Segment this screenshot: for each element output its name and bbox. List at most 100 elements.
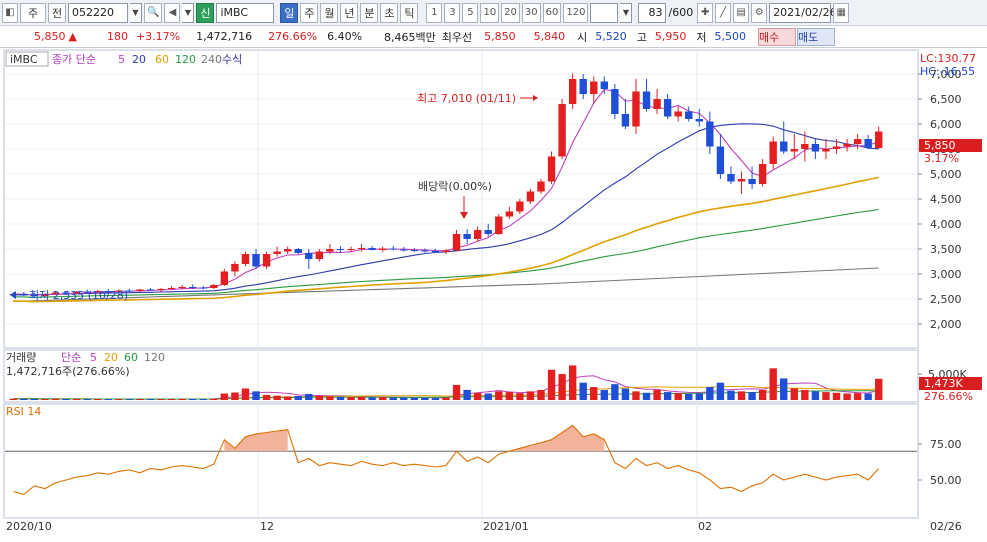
legend-stock-name: iMBC: [10, 53, 38, 66]
volume-value: 1,472,716: [196, 30, 253, 43]
chart-toolbar: ◧ 주 전 052220 ▼ 🔍 ◀ ▼ 신 iMBC 일 주 월 년 분 초 …: [0, 0, 987, 26]
tab-week[interactable]: 주: [300, 2, 319, 23]
sound-icon[interactable]: ◀: [164, 2, 181, 23]
tab-tick[interactable]: 틱: [400, 2, 419, 23]
tab-month[interactable]: 월: [320, 2, 339, 23]
candle-body: [199, 287, 207, 289]
volume-bar: [231, 392, 239, 400]
buy-button[interactable]: 매수: [758, 28, 796, 46]
interval-120[interactable]: 120: [563, 2, 589, 23]
tab-second[interactable]: 초: [380, 2, 399, 23]
price-axis-label: 2,000: [930, 318, 962, 331]
interval-20[interactable]: 20: [501, 2, 520, 23]
price-axis-label: 6,000: [930, 118, 962, 131]
candle-body: [547, 156, 556, 182]
candle-body: [600, 81, 609, 89]
stock-chart-svg[interactable]: 7,0006,5006,0005,5005,0004,5004,0003,500…: [0, 48, 987, 539]
prev-button[interactable]: 전: [48, 2, 66, 23]
volume-bar: [590, 387, 598, 400]
volume-legend-ma60[interactable]: 60: [124, 351, 138, 364]
hc-label: HC:-16.55: [920, 65, 975, 78]
chart-area[interactable]: 7,0006,5006,0005,5005,0004,5004,0003,500…: [0, 48, 987, 539]
period-select[interactable]: 주: [20, 2, 46, 23]
interval-10[interactable]: 10: [480, 2, 500, 23]
volume-bar: [94, 398, 102, 400]
volume-bar: [547, 369, 556, 400]
interval-5[interactable]: 5: [462, 2, 479, 23]
volume-bar: [642, 392, 651, 400]
tab-year[interactable]: 년: [340, 2, 359, 23]
volume-bar: [347, 397, 355, 400]
volume-bar: [315, 395, 324, 400]
sound-dropdown-icon[interactable]: ▼: [182, 2, 195, 23]
legend-ma60[interactable]: 60: [155, 53, 169, 66]
interval-1[interactable]: 1: [426, 2, 443, 23]
volume-bar: [526, 391, 535, 400]
zoom-icon[interactable]: ✚: [697, 2, 714, 23]
volume-bar: [389, 397, 397, 400]
candle-body: [632, 91, 640, 127]
interval-60[interactable]: 60: [542, 2, 562, 23]
sell-button[interactable]: 매도: [797, 28, 835, 46]
search-icon[interactable]: 🔍: [144, 2, 163, 23]
legend-ma-label[interactable]: 종가 단순: [52, 53, 96, 66]
volume-bar: [431, 398, 440, 400]
trade-amount: 8,465백만: [384, 30, 436, 44]
volume-bar: [864, 393, 872, 400]
rsi-legend[interactable]: RSI 14: [6, 405, 41, 418]
settings-icon[interactable]: ⚙: [751, 2, 768, 23]
volume-bar: [421, 397, 429, 400]
volume-bar: [146, 399, 155, 400]
high-label: 고: [636, 30, 647, 44]
candle-body: [495, 216, 503, 234]
volume-bar: [706, 387, 714, 400]
sin-button[interactable]: 신: [196, 2, 215, 23]
date-field[interactable]: 2021/02/26: [769, 2, 837, 23]
volume-bar: [822, 392, 830, 400]
print-icon[interactable]: ▤: [733, 2, 750, 23]
tab-day[interactable]: 일: [280, 2, 299, 23]
candle-body: [727, 174, 735, 182]
interval-dropdown-icon[interactable]: ▼: [620, 2, 633, 23]
x-label-feb: 02: [698, 520, 712, 533]
custom-interval-input[interactable]: [590, 2, 619, 23]
price-axis-label: 2,500: [930, 293, 962, 306]
candle-body: [642, 91, 651, 109]
best-bid: 5,840: [533, 30, 566, 43]
code-dropdown-icon[interactable]: ▼: [130, 2, 142, 23]
candle-body: [452, 234, 461, 251]
current-price: 5,850: [34, 30, 66, 43]
legend-ma120[interactable]: 120: [175, 53, 196, 66]
volume-bar: [579, 382, 587, 400]
tab-minute[interactable]: 분: [360, 2, 379, 23]
volume-bar: [20, 398, 28, 400]
candle-body: [167, 288, 176, 289]
candle-body: [157, 289, 165, 290]
volume-legend-ma5[interactable]: 5: [90, 351, 97, 364]
interval-30[interactable]: 30: [521, 2, 541, 23]
legend-ma5[interactable]: 5: [118, 53, 125, 66]
x-label-dec: 12: [260, 520, 274, 533]
chart-layout-icon[interactable]: ◧: [2, 2, 18, 23]
calendar-icon[interactable]: ▦: [833, 2, 850, 23]
rsi-panel[interactable]: [3, 403, 919, 519]
draw-line-icon[interactable]: ╱: [715, 2, 732, 23]
legend-ma240[interactable]: 240: [201, 53, 222, 66]
volume-bar: [716, 382, 725, 400]
volume-legend-ma-label[interactable]: 단순: [61, 351, 81, 364]
candle-body: [136, 289, 144, 291]
data-count-input[interactable]: 83: [638, 2, 667, 23]
volume-bar: [51, 398, 60, 400]
stock-code-input[interactable]: 052220: [68, 2, 128, 23]
interval-3[interactable]: 3: [444, 2, 461, 23]
volume-bar: [30, 398, 39, 400]
price-change-pct: +3.17%: [135, 30, 181, 43]
volume-legend-ma20[interactable]: 20: [104, 351, 118, 364]
legend-formula[interactable]: 수식: [222, 53, 242, 66]
legend-ma20[interactable]: 20: [132, 53, 146, 66]
volume-legend-ma120[interactable]: 120: [144, 351, 165, 364]
x-label-oct: 2020/10: [6, 520, 52, 533]
annot-high: 최고 7,010 (01/11): [417, 92, 516, 105]
candle-body: [305, 253, 313, 259]
candle-body: [400, 249, 408, 251]
